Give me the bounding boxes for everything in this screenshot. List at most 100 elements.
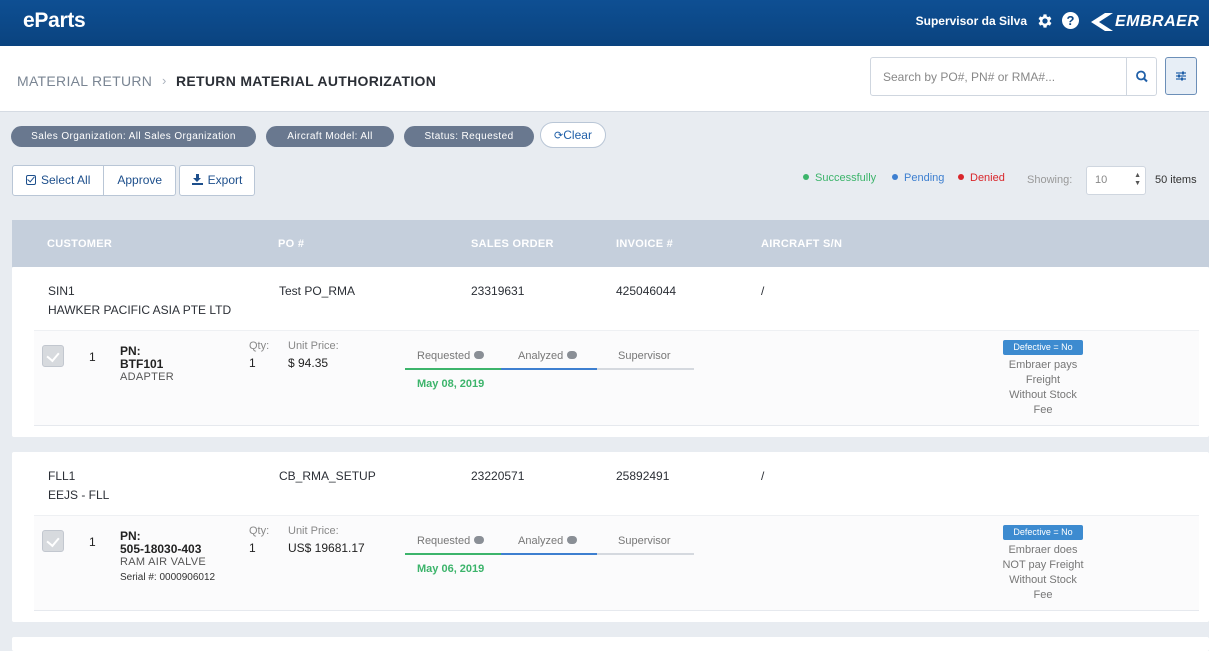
step-label: Requested — [417, 535, 471, 547]
defective-badge: Defective = No — [1003, 340, 1083, 355]
fee-line: Fee — [1033, 589, 1053, 601]
red-dot-icon — [958, 174, 964, 180]
step-label: Analyzed — [518, 350, 564, 362]
step-analyzed[interactable]: Analyzed — [518, 535, 578, 547]
step-label: Analyzed — [518, 535, 564, 547]
sliders-icon — [1176, 71, 1186, 81]
app-brand[interactable]: eParts — [23, 9, 86, 33]
export-button[interactable]: Export — [179, 165, 255, 196]
step-supervisor[interactable]: Supervisor — [618, 535, 671, 547]
step-label: Requested — [417, 350, 471, 362]
step-progress-analyzed — [501, 553, 597, 555]
user-name[interactable]: Supervisor da Silva — [916, 14, 1027, 28]
column-header-aircraft-sn[interactable]: AIRCRAFT S/N — [761, 238, 842, 250]
rma-card: SIN1 HAWKER PACIFIC ASIA PTE LTD Test PO… — [12, 267, 1209, 437]
embraer-logo: EMBRAER — [1091, 12, 1199, 32]
fee-line: Fee — [1033, 404, 1053, 416]
freight-fee-note: Embraer pays Freight Without Stock Fee — [993, 358, 1093, 418]
page-size-select[interactable]: 10 ▲ ▼ — [1086, 166, 1146, 195]
part-description: ADAPTER — [120, 371, 175, 383]
search-box — [870, 57, 1157, 96]
step-analyzed[interactable]: Analyzed — [518, 350, 578, 362]
legend-label: Successfully — [815, 172, 877, 184]
step-requested[interactable]: Requested — [417, 535, 485, 547]
comment-icon[interactable] — [567, 351, 578, 359]
aircraft-sn: / — [761, 284, 765, 298]
fee-line: Embraer does — [1008, 544, 1078, 556]
comment-icon[interactable] — [567, 536, 578, 544]
defective-badge: Defective = No — [1003, 525, 1083, 540]
select-all-button[interactable]: Select All — [13, 166, 103, 195]
export-label: Export — [207, 173, 243, 187]
freight-fee-note: Embraer does NOT pay Freight Without Sto… — [993, 543, 1093, 603]
search-icon — [1136, 70, 1148, 83]
page-title: RETURN MATERIAL AUTHORIZATION — [176, 73, 437, 89]
top-navbar: eParts Supervisor da Silva ? EMBRAER — [0, 0, 1209, 46]
approve-button[interactable]: Approve — [103, 166, 175, 195]
rma-card-partial — [12, 637, 1209, 651]
qty-label: Qty: — [249, 525, 270, 537]
select-all-label: Select All — [41, 173, 91, 187]
qty-label: Qty: — [249, 340, 270, 352]
item-index: 1 — [89, 535, 96, 549]
gear-icon[interactable] — [1036, 12, 1054, 30]
part-description: RAM AIR VALVE — [120, 556, 207, 568]
search-input[interactable] — [871, 58, 1128, 95]
invoice-number: 25892491 — [616, 469, 670, 483]
qty-value: 1 — [249, 541, 256, 555]
serial-number: Serial #: 0000906012 — [120, 572, 216, 583]
legend-label: Pending — [904, 172, 945, 184]
fee-line: Without Stock — [1009, 389, 1077, 401]
item-checkbox[interactable] — [42, 530, 64, 552]
column-header-po[interactable]: PO # — [278, 238, 304, 250]
table-header: CUSTOMER PO # SALES ORDER INVOICE # AIRC… — [12, 220, 1209, 267]
step-supervisor[interactable]: Supervisor — [618, 350, 671, 362]
step-progress-supervisor — [597, 368, 694, 370]
clear-filters-button[interactable]: ⟳Clear — [540, 122, 606, 148]
filter-chip-status[interactable]: Status: Requested — [404, 126, 534, 147]
customer-code: FLL1 — [48, 469, 76, 483]
help-icon[interactable]: ? — [1062, 12, 1079, 29]
fee-line: Without Stock — [1009, 574, 1077, 586]
legend-denied: Denied — [958, 172, 1005, 184]
step-progress-requested — [405, 553, 501, 555]
breadcrumb-material-return[interactable]: MATERIAL RETURN — [17, 73, 152, 89]
step-progress-analyzed — [501, 368, 597, 370]
fee-line: Embraer pays — [1008, 359, 1078, 371]
download-icon — [191, 174, 203, 185]
step-requested[interactable]: Requested — [417, 350, 485, 362]
logo-text: EMBRAER — [1115, 13, 1200, 30]
embraer-wing-icon — [1091, 13, 1113, 31]
unit-price-label: Unit Price: — [288, 340, 339, 352]
advanced-filter-button[interactable] — [1165, 57, 1197, 95]
select-arrows-icon: ▲ ▼ — [1134, 172, 1141, 187]
part-number: BTF101 — [120, 357, 164, 371]
filter-chip-aircraft-model[interactable]: Aircraft Model: All — [266, 126, 394, 147]
fee-line: NOT pay Freight — [1002, 559, 1084, 571]
column-header-invoice[interactable]: INVOICE # — [616, 238, 673, 250]
step-progress-requested — [405, 368, 501, 370]
part-number: 505-18030-403 — [120, 542, 202, 556]
pn-label: PN: — [120, 529, 141, 543]
column-header-sales-order[interactable]: SALES ORDER — [471, 238, 554, 250]
item-index: 1 — [89, 350, 96, 364]
bulk-actions: Select All Approve — [12, 165, 177, 196]
qty-value: 1 — [249, 356, 256, 370]
line-item: 1 PN: 505-18030-403 RAM AIR VALVE Serial… — [34, 515, 1199, 611]
checkbox-icon — [26, 174, 36, 185]
check-icon — [46, 533, 60, 548]
page-header: MATERIAL RETURN › RETURN MATERIAL AUTHOR… — [0, 46, 1209, 112]
customer-name: HAWKER PACIFIC ASIA PTE LTD — [48, 303, 232, 317]
item-checkbox[interactable] — [42, 345, 64, 367]
comment-icon[interactable] — [474, 351, 485, 359]
comment-icon[interactable] — [474, 536, 485, 544]
clear-label: Clear — [563, 128, 592, 142]
green-dot-icon — [803, 174, 809, 180]
sales-order: 23319631 — [471, 284, 525, 298]
invoice-number: 425046044 — [616, 284, 677, 298]
filter-chip-sales-org[interactable]: Sales Organization: All Sales Organizati… — [11, 126, 256, 147]
legend-pending: Pending — [892, 172, 944, 184]
search-button[interactable] — [1126, 58, 1156, 95]
column-header-customer[interactable]: CUSTOMER — [47, 238, 112, 250]
po-number: Test PO_RMA — [279, 284, 356, 298]
